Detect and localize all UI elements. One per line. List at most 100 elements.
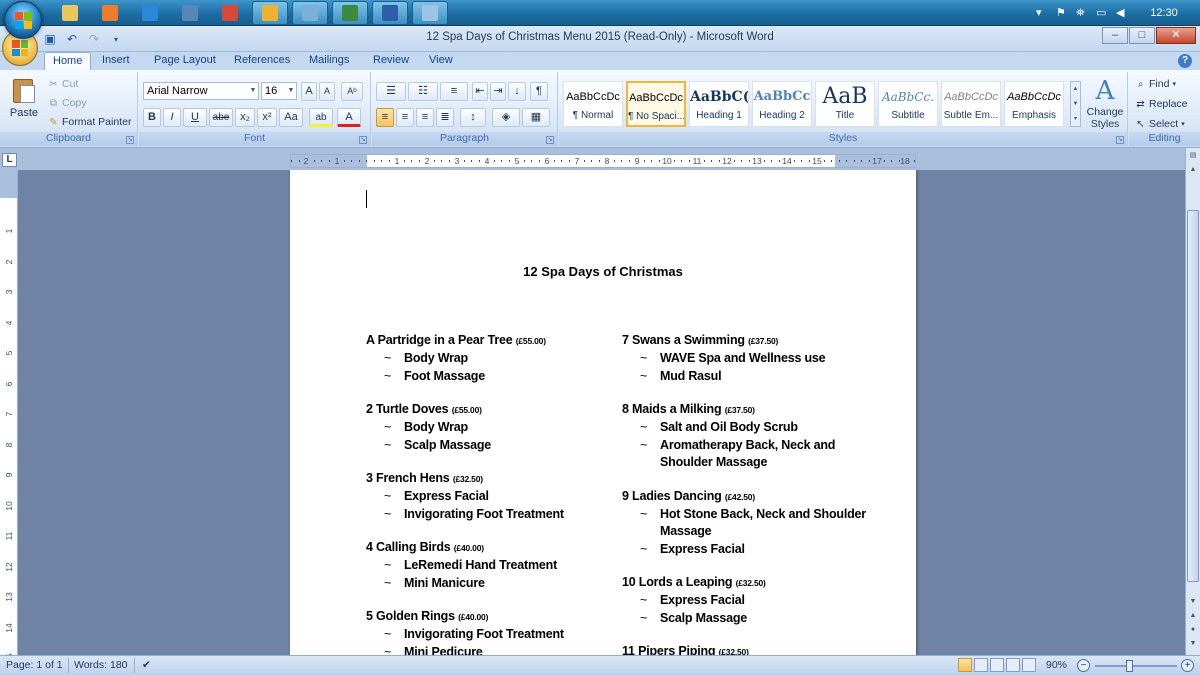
ruler-toggle-icon[interactable]: ▤ [1187,150,1199,162]
zoom-level[interactable]: 90% [1046,659,1067,671]
tab-page-layout[interactable]: Page Layout [146,52,224,70]
zoom-out-icon[interactable]: − [1077,659,1090,672]
vertical-scrollbar[interactable]: ▤ ▲ ▼ ▲ ● ▼ [1185,148,1200,655]
chevron-up-icon[interactable]: ▾ [1036,7,1048,19]
superscript-button[interactable]: x² [257,108,277,127]
taskbar-app-button[interactable] [52,1,88,25]
tab-view[interactable]: View [421,52,461,70]
tab-insert[interactable]: Insert [94,52,138,70]
zoom-thumb[interactable] [1126,660,1133,672]
taskbar-app-button[interactable] [412,1,448,25]
tab-references[interactable]: References [226,52,298,70]
scroll-up-icon[interactable]: ▲ [1187,164,1199,176]
font-launcher-icon[interactable]: ↘ [359,136,367,144]
tab-mailings[interactable]: Mailings [301,52,357,70]
bullets-button[interactable]: ☰ [376,82,406,101]
font-color-button[interactable]: A [337,108,361,127]
style-3[interactable]: AaBbCc Heading 2 [752,81,812,127]
italic-button[interactable]: I [163,108,181,127]
flag-icon[interactable]: ⚑ [1056,7,1068,19]
styles-launcher-icon[interactable]: ↘ [1116,136,1124,144]
line-spacing-button[interactable]: ↕ [460,108,486,127]
underline-button[interactable]: U [183,108,207,127]
increase-indent-button[interactable]: ⇥ [490,82,506,101]
copy-button[interactable]: ⧉ Copy [48,95,87,111]
grow-font-button[interactable]: A [301,82,317,101]
style-7[interactable]: AaBbCcDc Emphasis [1004,81,1064,127]
clock[interactable]: 12:30 [1136,7,1192,19]
select-button[interactable]: ↖ Select ▾ [1135,116,1184,132]
tab-review[interactable]: Review [365,52,417,70]
font-size-field[interactable]: 16 ▼ [261,82,297,100]
scroll-thumb[interactable] [1187,210,1199,582]
taskbar-app-button[interactable] [292,1,328,25]
proofing-icon[interactable]: ✔ [142,659,151,671]
taskbar-app-button[interactable] [172,1,208,25]
style-0[interactable]: AaBbCcDc ¶ Normal [563,81,623,127]
find-button[interactable]: ⌕ Find ▾ [1135,76,1176,92]
shading-button[interactable]: ◈ [492,108,520,127]
format-painter-button[interactable]: ✎ Format Painter [48,114,131,130]
decrease-indent-button[interactable]: ⇤ [472,82,488,101]
zoom-slider[interactable] [1095,665,1177,667]
subscript-button[interactable]: x₂ [235,108,255,127]
clear-formatting-button[interactable]: Aᵇ [341,82,363,101]
align-left-button[interactable]: ≡ [376,108,394,127]
justify-button[interactable]: ≣ [436,108,454,127]
replace-button[interactable]: ⇄ Replace [1135,96,1187,112]
draft-view-icon[interactable] [1022,658,1036,672]
start-button[interactable] [4,1,42,39]
clipboard-launcher-icon[interactable]: ↘ [126,136,134,144]
volume-icon[interactable]: ◀ [1116,7,1128,19]
browse-object-icon[interactable]: ● [1187,624,1199,636]
print-layout-view-icon[interactable] [958,658,972,672]
align-center-button[interactable]: ≡ [396,108,414,127]
taskbar-app-button[interactable] [132,1,168,25]
change-styles-button[interactable]: A Change Styles [1084,76,1126,136]
full-screen-view-icon[interactable] [974,658,988,672]
sort-button[interactable]: ↓ [508,82,526,101]
style-4[interactable]: AaB Title [815,81,875,127]
word-count[interactable]: Words: 180 [74,659,128,671]
network-tray-icon[interactable]: ⛯ [1076,7,1088,19]
monitor-icon[interactable]: ▭ [1096,7,1108,19]
tab-home[interactable]: Home [44,52,92,70]
show-marks-button[interactable]: ¶ [530,82,548,101]
shrink-font-button[interactable]: A [319,82,335,101]
outline-view-icon[interactable] [1006,658,1020,672]
highlight-button[interactable]: ab [309,108,333,127]
taskbar-app-button[interactable] [252,1,288,25]
scroll-down-icon[interactable]: ▼ [1187,596,1199,608]
numbering-button[interactable]: ☷ [408,82,438,101]
horizontal-ruler[interactable]: 2 1 1 2 3 4 5 6 7 8 9 10 11 12 13 14 15 17 18 [290,154,916,168]
style-5[interactable]: AaBbCc. Subtitle [878,81,938,127]
web-layout-view-icon[interactable] [990,658,1004,672]
vertical-ruler[interactable]: 123456789101112131415 [0,170,18,655]
style-2[interactable]: AaBbC(Heading 1 [689,81,749,127]
zoom-in-icon[interactable]: + [1181,659,1194,672]
taskbar-app-button[interactable] [372,1,408,25]
strikethrough-button[interactable]: abe [209,108,233,127]
borders-button[interactable]: ▦ [522,108,550,127]
previous-page-icon[interactable]: ▲ [1187,610,1199,622]
taskbar-app-button[interactable] [332,1,368,25]
change-case-button[interactable]: Aa [279,108,303,127]
bold-button[interactable]: B [143,108,161,127]
paste-button[interactable]: Paste [6,75,42,131]
gallery-scroll[interactable]: ▲ ▼ ▾ [1070,81,1081,127]
taskbar-app-button[interactable] [212,1,248,25]
font-name-field[interactable]: Arial Narrow ▼ [143,82,259,100]
tab-selector[interactable]: L [2,153,17,167]
help-icon[interactable]: ? [1178,54,1192,68]
style-6[interactable]: AaBbCcDc Subtle Em... [941,81,1001,127]
taskbar-app-button[interactable] [92,1,128,25]
style-1[interactable]: AaBbCcDc ¶ No Spaci... [626,81,686,127]
align-right-button[interactable]: ≡ [416,108,434,127]
minimize-button[interactable]: – [1102,27,1128,44]
paragraph-launcher-icon[interactable]: ↘ [546,136,554,144]
next-page-icon[interactable]: ▼ [1187,638,1199,650]
maximize-button[interactable]: □ [1129,27,1155,44]
cut-button[interactable]: ✂ Cut [48,76,78,92]
page-count[interactable]: Page: 1 of 1 [6,659,63,671]
close-button[interactable]: ✕ [1156,27,1196,44]
